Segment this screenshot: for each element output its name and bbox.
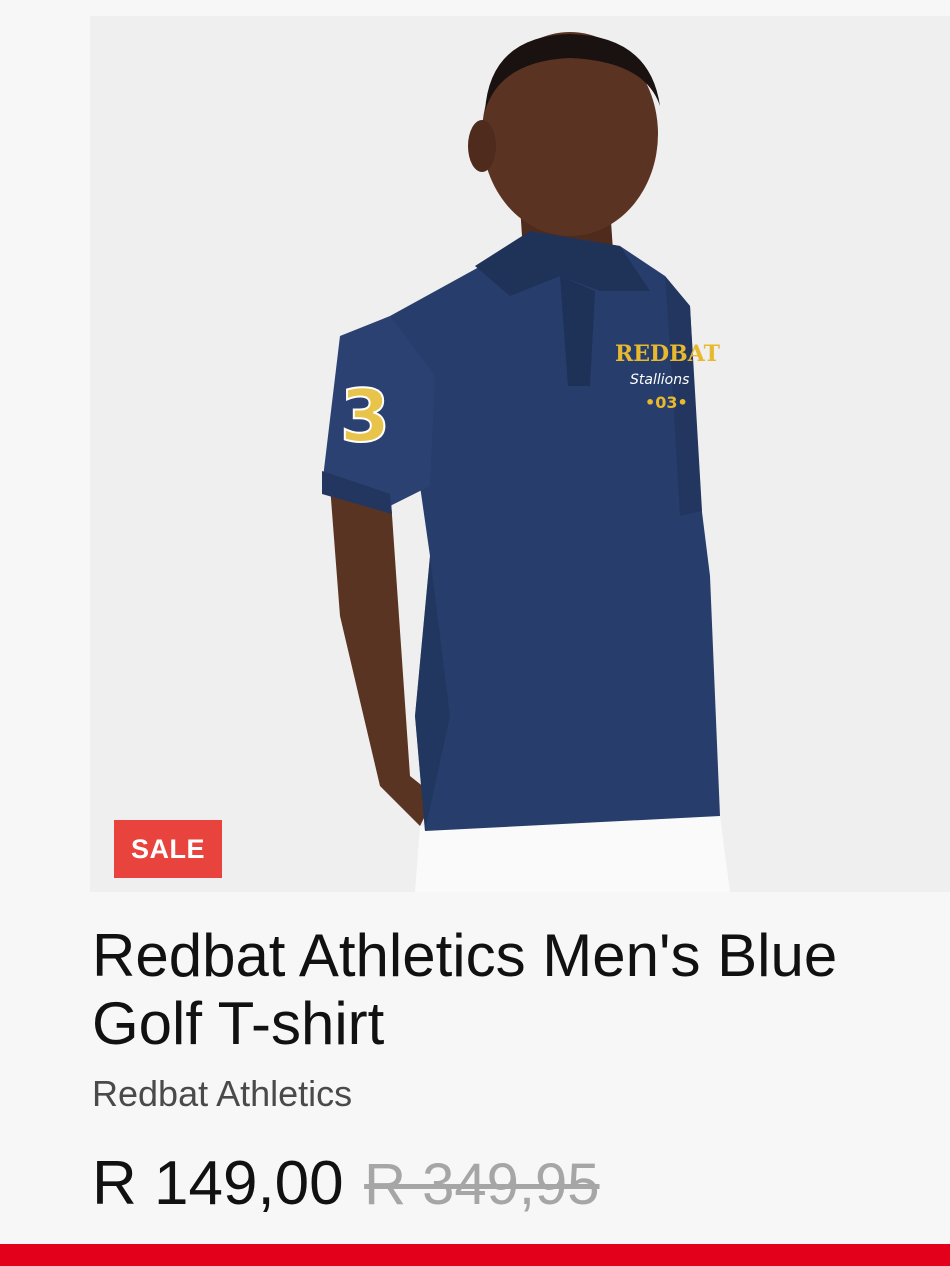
product-image[interactable]: REDBAT Stallions •03• 3 [90,16,950,892]
product-brand: Redbat Athletics [92,1073,353,1114]
svg-text:Stallions: Stallions [630,372,689,388]
price-row: R 149,00 R 349,95 [92,1148,600,1221]
product-card[interactable]: REDBAT Stallions •03• 3 SALE Redbat Athl… [0,0,950,1266]
svg-text:REDBAT: REDBAT [615,341,721,367]
price-original: R 349,95 [364,1152,600,1217]
accent-bar [0,1244,950,1266]
svg-text:3: 3 [340,374,390,458]
product-title[interactable]: Redbat Athletics Men's Blue Golf T-shirt [92,922,912,1058]
svg-text:•03•: •03• [645,393,688,412]
product-photo-illustration: REDBAT Stallions •03• 3 [90,16,950,892]
sale-badge: SALE [114,820,222,878]
price-current: R 149,00 [92,1149,344,1218]
